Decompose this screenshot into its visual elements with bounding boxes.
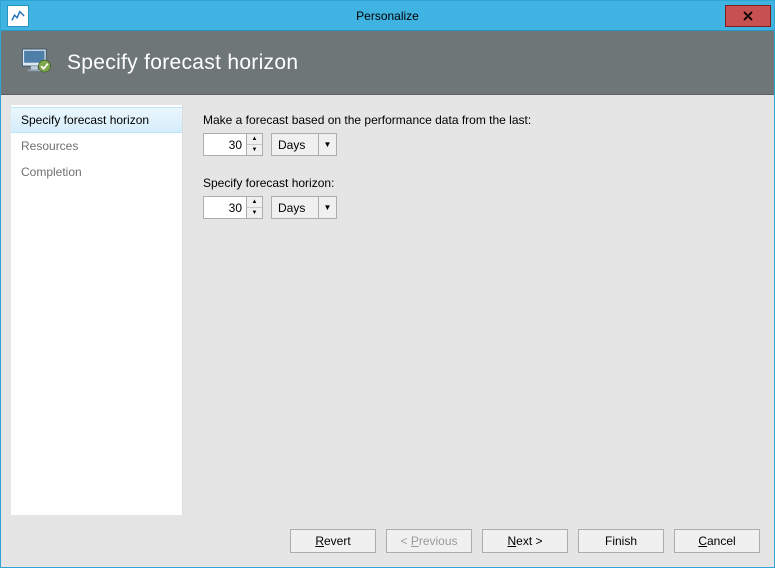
previous-button: < Previous xyxy=(386,529,472,553)
history-label: Make a forecast based on the performance… xyxy=(203,113,750,127)
history-field-group: Make a forecast based on the performance… xyxy=(203,113,750,156)
step-specify-horizon[interactable]: Specify forecast horizon xyxy=(11,107,182,133)
page-title: Specify forecast horizon xyxy=(67,51,298,75)
wizard-body: Specify forecast horizon Resources Compl… xyxy=(1,95,774,515)
horizon-label: Specify forecast horizon: xyxy=(203,176,750,190)
step-sidebar: Specify forecast horizon Resources Compl… xyxy=(11,105,183,515)
horizon-unit-dropdown[interactable]: Days ▼ xyxy=(271,196,337,219)
step-label: Resources xyxy=(21,139,78,153)
finish-button[interactable]: Finish xyxy=(578,529,664,553)
revert-button[interactable]: Revert xyxy=(290,529,376,553)
close-icon xyxy=(742,10,754,22)
history-spin-buttons: ▲ ▼ xyxy=(247,133,263,156)
chevron-down-icon: ▼ xyxy=(318,197,336,218)
horizon-spinner: ▲ ▼ xyxy=(203,196,263,219)
horizon-value-input[interactable] xyxy=(203,196,247,219)
app-icon xyxy=(7,5,29,27)
step-completion[interactable]: Completion xyxy=(11,159,182,185)
horizon-field-group: Specify forecast horizon: ▲ ▼ Days ▼ xyxy=(203,176,750,219)
step-label: Specify forecast horizon xyxy=(21,113,149,127)
wizard-window: Personalize Specify forecast horizon Spe… xyxy=(0,0,775,568)
history-unit-value: Days xyxy=(272,134,318,155)
horizon-spin-down[interactable]: ▼ xyxy=(247,208,262,218)
wizard-footer: Revert < Previous Next > Finish Cancel xyxy=(1,515,774,567)
content-pane: Make a forecast based on the performance… xyxy=(183,105,764,515)
close-button[interactable] xyxy=(725,5,771,27)
titlebar: Personalize xyxy=(1,1,774,31)
step-label: Completion xyxy=(21,165,82,179)
monitor-icon xyxy=(19,44,53,81)
history-unit-dropdown[interactable]: Days ▼ xyxy=(271,133,337,156)
step-resources[interactable]: Resources xyxy=(11,133,182,159)
history-spinner: ▲ ▼ xyxy=(203,133,263,156)
chevron-down-icon: ▼ xyxy=(318,134,336,155)
wizard-header: Specify forecast horizon xyxy=(1,31,774,95)
cancel-button[interactable]: Cancel xyxy=(674,529,760,553)
history-spin-down[interactable]: ▼ xyxy=(247,145,262,155)
window-title: Personalize xyxy=(1,9,774,23)
history-value-input[interactable] xyxy=(203,133,247,156)
horizon-spin-up[interactable]: ▲ xyxy=(247,197,262,208)
next-button[interactable]: Next > xyxy=(482,529,568,553)
history-spin-up[interactable]: ▲ xyxy=(247,134,262,145)
horizon-spin-buttons: ▲ ▼ xyxy=(247,196,263,219)
horizon-unit-value: Days xyxy=(272,197,318,218)
btn-text: evert xyxy=(324,534,351,548)
